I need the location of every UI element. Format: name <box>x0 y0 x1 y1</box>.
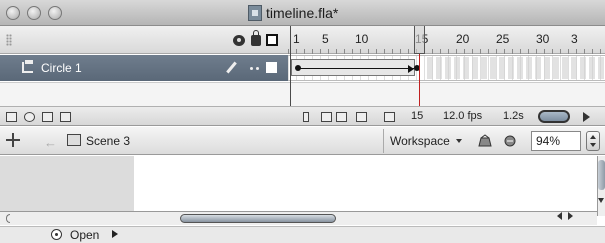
add-motion-guide-icon[interactable] <box>24 112 35 122</box>
frame-ruler[interactable]: 1 5 10 15 20 25 30 3 <box>288 26 605 54</box>
empty-layer-area <box>0 82 605 106</box>
pasteboard <box>0 156 597 211</box>
timeline-status-bar: 15 12.0 fps 1.2s <box>0 106 605 126</box>
outline-square-icon[interactable] <box>266 62 277 73</box>
edit-symbols-icon[interactable] <box>503 134 517 148</box>
title-bar: timeline.fla* <box>0 0 605 26</box>
scene-icon <box>67 134 81 146</box>
center-frame-icon[interactable] <box>303 112 309 122</box>
fla-document-icon <box>248 5 262 21</box>
close-window-button[interactable] <box>6 6 20 20</box>
minimize-window-button[interactable] <box>27 6 41 20</box>
tween-line <box>300 68 414 69</box>
back-arrow-icon[interactable]: ← <box>44 135 57 150</box>
window-title: timeline.fla* <box>266 5 339 21</box>
insert-folder-icon[interactable] <box>42 112 53 122</box>
scroll-down-arrow-icon[interactable] <box>598 198 604 203</box>
ruler-label: 10 <box>355 32 369 46</box>
scroll-left-arrow-icon[interactable] <box>557 212 562 220</box>
ruler-label: 20 <box>456 32 470 46</box>
modify-onion-markers-icon[interactable] <box>384 112 395 122</box>
elapsed-time: 1.2s <box>503 110 524 122</box>
playhead-handle[interactable] <box>414 26 425 54</box>
onion-skin-icon[interactable] <box>321 112 332 122</box>
delete-layer-icon[interactable] <box>60 112 71 122</box>
stage[interactable] <box>134 156 597 211</box>
expand-arrow-icon[interactable] <box>112 230 118 238</box>
scroll-cap <box>6 214 10 223</box>
timeline-toggle-icon[interactable] <box>6 133 20 147</box>
open-panel-label[interactable]: Open <box>70 228 99 242</box>
zoom-stepper[interactable] <box>586 131 600 151</box>
vertical-scroll-thumb[interactable] <box>598 160 605 190</box>
zoom-window-button[interactable] <box>48 6 62 20</box>
ruler-label: 5 <box>322 32 329 46</box>
outline-all-layers-icon[interactable] <box>266 34 278 46</box>
edit-scene-icon[interactable] <box>478 134 492 148</box>
current-frame: 15 <box>411 110 424 122</box>
show-hide-all-layers-icon[interactable] <box>233 35 245 46</box>
insert-layer-icon[interactable] <box>6 112 17 122</box>
scroll-right-arrow-icon[interactable] <box>583 112 590 122</box>
layer-name-cell[interactable]: Circle 1 <box>0 55 288 81</box>
timeline-header: 1 5 10 15 20 25 30 3 <box>0 26 605 54</box>
empty-frames[interactable] <box>427 57 605 79</box>
divider <box>383 129 384 153</box>
lock-all-layers-icon[interactable] <box>251 30 261 46</box>
workspace-dropdown-icon[interactable] <box>456 139 462 143</box>
layer-icon <box>22 60 33 73</box>
horizontal-scroll-thumb[interactable] <box>180 214 336 223</box>
scroll-oval-icon[interactable] <box>538 110 570 123</box>
visibility-dot-icon[interactable] <box>250 67 253 70</box>
onion-skin-outlines-icon[interactable] <box>336 112 347 122</box>
edit-multiple-frames-icon[interactable] <box>356 112 367 122</box>
scroll-right-arrow-icon[interactable] <box>568 212 573 220</box>
workspace-menu[interactable]: Workspace <box>390 134 450 148</box>
scene-name[interactable]: Scene 3 <box>86 134 130 148</box>
tween-arrow-icon <box>408 65 414 73</box>
pencil-icon <box>226 61 237 74</box>
lock-dot-icon[interactable] <box>256 67 259 70</box>
flash-window: timeline.fla* 1 5 10 15 20 25 30 3 Circl… <box>0 0 605 243</box>
keyframe-start[interactable] <box>295 65 301 71</box>
ruler-label: 1 <box>293 32 300 46</box>
zoom-input[interactable]: 94% <box>531 131 581 151</box>
ruler-label: 25 <box>496 32 510 46</box>
ruler-label: 30 <box>536 32 550 46</box>
frame-rate[interactable]: 12.0 fps <box>443 110 482 122</box>
layer-name[interactable]: Circle 1 <box>41 61 82 75</box>
edit-bar: ← Scene 3 Workspace 94% <box>0 127 605 155</box>
panel-grip-icon[interactable] <box>6 34 12 46</box>
panel-icon <box>51 229 62 240</box>
ruler-ticks <box>288 49 605 54</box>
ruler-label: 3 <box>571 32 578 46</box>
